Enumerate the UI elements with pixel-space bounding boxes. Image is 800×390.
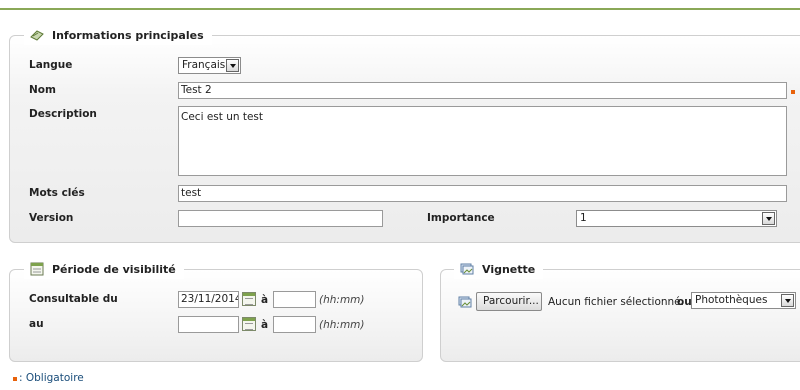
main-info-legend: Informations principales <box>24 25 212 45</box>
time-format-hint: (hh:mm) <box>319 319 365 331</box>
required-note: : Obligatoire <box>19 372 84 384</box>
a-label: à <box>261 294 269 306</box>
chevron-down-icon[interactable] <box>226 59 239 72</box>
description-field[interactable]: Ceci est un test <box>178 106 787 176</box>
visibility-title: Période de visibilité <box>52 262 176 276</box>
from-time-field[interactable] <box>273 291 316 308</box>
motscles-label: Mots clés <box>29 187 85 199</box>
from-date-field[interactable]: 23/11/2014 <box>178 291 239 308</box>
chevron-down-icon[interactable] <box>762 212 775 225</box>
images-icon <box>460 262 474 276</box>
to-date-field[interactable] <box>178 316 239 333</box>
ou-label: ou <box>677 296 692 308</box>
nom-label: Nom <box>29 84 56 96</box>
importance-label: Importance <box>427 212 495 224</box>
vignette-legend: Vignette <box>454 259 544 279</box>
version-field[interactable] <box>178 210 383 227</box>
langue-value: Français <box>182 59 226 71</box>
time-format-hint: (hh:mm) <box>319 294 365 306</box>
calendar-picker-icon[interactable] <box>242 317 256 331</box>
nom-field[interactable]: Test 2 <box>178 82 787 99</box>
to-time-field[interactable] <box>273 316 316 333</box>
required-legend-marker <box>13 377 17 381</box>
vignette-section <box>440 269 800 362</box>
source-select[interactable]: Photothèques <box>691 292 796 309</box>
vignette-title: Vignette <box>482 262 536 276</box>
images-icon <box>458 295 472 309</box>
version-label: Version <box>29 212 74 224</box>
importance-value: 1 <box>580 212 587 224</box>
chevron-down-icon[interactable] <box>781 294 794 307</box>
importance-select[interactable]: 1 <box>576 210 777 227</box>
consultable-du-label: Consultable du <box>29 293 118 305</box>
calendar-picker-icon[interactable] <box>242 292 256 306</box>
motscles-field[interactable]: test <box>178 185 787 202</box>
source-value: Photothèques <box>695 294 768 306</box>
langue-select[interactable]: Français <box>178 57 241 74</box>
visibility-legend: Période de visibilité <box>24 259 184 279</box>
required-marker <box>791 90 795 94</box>
book-icon <box>30 28 44 42</box>
description-label: Description <box>29 108 97 120</box>
main-info-title: Informations principales <box>52 28 204 42</box>
calendar-icon <box>30 262 44 276</box>
a-label: à <box>261 319 269 331</box>
top-accent-bar <box>0 8 800 10</box>
no-file-text: Aucun fichier sélectionné. <box>548 296 684 308</box>
langue-label: Langue <box>29 59 73 71</box>
au-label: au <box>29 318 44 330</box>
browse-button[interactable]: Parcourir... <box>476 292 542 311</box>
